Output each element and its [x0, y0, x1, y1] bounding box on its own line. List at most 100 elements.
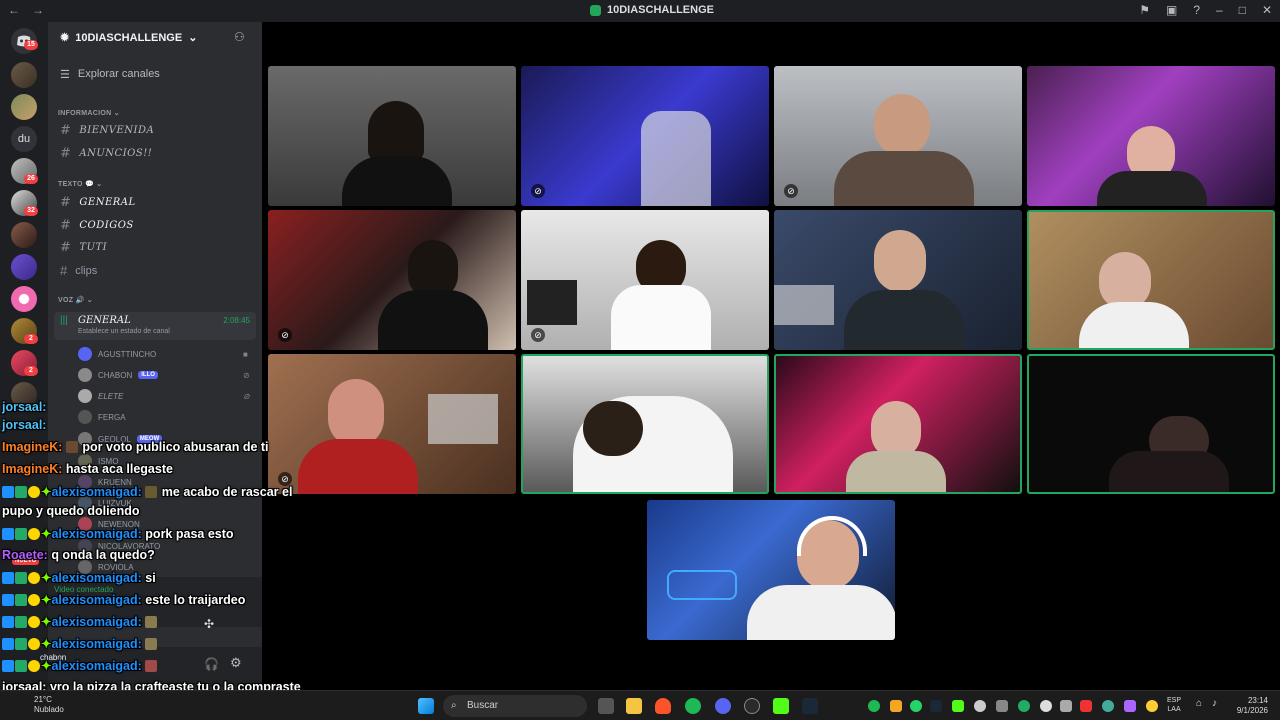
forward-arrow-icon[interactable]: →	[32, 3, 44, 17]
kick-icon[interactable]	[773, 698, 789, 714]
chat-line: jorsaal:	[2, 418, 46, 432]
invite-user-icon[interactable]: ⚇	[234, 30, 245, 44]
language-indicator[interactable]: ESP LAA	[1167, 696, 1181, 714]
server-icon[interactable]	[11, 222, 37, 248]
app-icon[interactable]	[744, 698, 760, 714]
maximize-icon[interactable]: □	[1239, 3, 1246, 17]
tray-icon[interactable]	[1124, 700, 1136, 712]
chat-line: ✦alexisomaigad:	[2, 614, 158, 629]
camera-off-icon: ⊘	[531, 184, 545, 198]
network-icon[interactable]: ⌂	[1196, 698, 1202, 709]
task-view-icon[interactable]	[598, 698, 614, 714]
tray-icon[interactable]	[890, 700, 902, 712]
voice-member[interactable]: AGUSTTINCHO ■	[78, 347, 248, 361]
channel-general[interactable]: # GENERAL	[60, 195, 136, 210]
member-name: ELETE	[98, 391, 124, 401]
steam-tray-icon[interactable]	[930, 700, 942, 712]
video-tile-speaking[interactable]	[521, 354, 769, 494]
tray-icon[interactable]	[1102, 700, 1114, 712]
activities-icon[interactable]: ✣	[204, 617, 214, 631]
volume-icon[interactable]: ♪	[1212, 698, 1217, 709]
server-icon[interactable]	[11, 286, 37, 312]
video-tile[interactable]: ⊘	[268, 354, 516, 494]
sparkle-icon: ✦	[41, 485, 52, 499]
help-icon[interactable]: ?	[1193, 3, 1200, 17]
chat-line: Roaete: q onda la quedo?	[2, 548, 155, 562]
badge-icon	[2, 572, 14, 584]
inbox-icon[interactable]: ⚑	[1139, 3, 1150, 17]
channel-status-prompt[interactable]: Establece un estado de canal	[78, 328, 170, 335]
spotify-icon[interactable]	[685, 698, 701, 714]
video-tile[interactable]: ⊘	[521, 210, 769, 350]
video-tile[interactable]	[774, 210, 1022, 350]
video-tile-speaking[interactable]	[1027, 354, 1275, 494]
video-tile-speaking[interactable]	[1027, 210, 1275, 350]
tray-icon[interactable]	[1040, 700, 1052, 712]
channel-anuncios[interactable]: # ANUNCIOS!!	[60, 146, 152, 161]
settings-gear-icon[interactable]: ⚙	[230, 655, 242, 671]
video-tile-focused[interactable]	[647, 500, 895, 640]
start-icon[interactable]	[418, 698, 434, 714]
video-tile[interactable]	[268, 66, 516, 206]
badge-icon	[15, 616, 27, 628]
video-tile[interactable]: ⊘	[774, 66, 1022, 206]
channel-tuti[interactable]: # TUTI	[60, 240, 107, 255]
headphones-icon[interactable]: 🎧	[204, 657, 219, 671]
server-icon[interactable]	[11, 94, 37, 120]
voice-member[interactable]: ELETE ⊘	[78, 389, 250, 403]
voice-member[interactable]: CHABON ILLO ⊘	[78, 368, 250, 382]
video-tile-speaking[interactable]	[774, 354, 1022, 494]
server-icon[interactable]	[11, 254, 37, 280]
emote-icon	[145, 616, 158, 628]
whatsapp-icon[interactable]	[910, 700, 922, 712]
chat-username: alexisomaigad:	[51, 571, 142, 585]
channel-sidebar: ✹ 10DIASCHALLENGE ⌄ ⚇ ☰ Explorar canales…	[12, 22, 262, 690]
category-info[interactable]: INFORMACION ⌄	[58, 109, 120, 117]
taskbar-search[interactable]: ⌕ Buscar	[443, 695, 587, 717]
video-tile[interactable]: ⊘	[521, 66, 769, 206]
clock[interactable]: 23:14 9/1/2026	[1237, 696, 1268, 716]
screen-icon[interactable]: ▣	[1166, 3, 1177, 17]
channel-label: ANUNCIOS!!	[79, 148, 153, 159]
video-tile[interactable]	[1027, 66, 1275, 206]
close-icon[interactable]: ✕	[1262, 3, 1272, 17]
minimize-icon[interactable]: –	[1216, 3, 1223, 17]
chat-message: si	[145, 571, 156, 585]
tray-icon[interactable]	[1080, 700, 1092, 712]
file-explorer-icon[interactable]	[626, 698, 642, 714]
tray-icon[interactable]	[974, 700, 986, 712]
voice-member[interactable]: FERGA	[78, 410, 126, 424]
category-text[interactable]: TEXTO 💬 ⌄	[58, 180, 102, 188]
clock-time: 23:14	[1247, 696, 1268, 705]
explore-channels[interactable]: ☰ Explorar canales	[60, 68, 160, 81]
back-arrow-icon[interactable]: ←	[8, 3, 20, 17]
search-icon: ⌕	[451, 700, 457, 711]
channel-bienvenida[interactable]: # BIENVENIDA	[60, 123, 154, 138]
steam-icon[interactable]	[802, 698, 818, 714]
channel-clips[interactable]: # clips	[60, 263, 97, 278]
video-tile[interactable]: ⊘	[268, 210, 516, 350]
kick-tray-icon[interactable]	[952, 700, 964, 712]
discord-icon[interactable]	[715, 698, 731, 714]
tray-icon[interactable]	[1018, 700, 1030, 712]
badge-icon	[2, 660, 14, 672]
sparkle-icon: ✦	[41, 571, 52, 585]
sparkle-icon: ✦	[41, 659, 52, 673]
channel-codigos[interactable]: # CODIGOS	[60, 218, 134, 233]
badge-icon	[2, 616, 14, 628]
spotify-tray-icon[interactable]	[868, 700, 880, 712]
voice-channel-general[interactable]: ||| GENERAL 2:08:45 Establece un estado …	[54, 312, 256, 340]
category-voice[interactable]: VOZ 🔊 ⌄	[58, 296, 93, 304]
server-icon-du[interactable]: du	[11, 126, 37, 152]
channel-label: BIENVENIDA	[79, 125, 155, 136]
server-icon[interactable]	[11, 62, 37, 88]
hash-icon: #	[60, 123, 72, 138]
bluetooth-icon[interactable]	[1060, 700, 1072, 712]
tray-icon[interactable]	[996, 700, 1008, 712]
badge-icon	[28, 594, 40, 606]
server-header[interactable]: ✹ 10DIASCHALLENGE ⌄	[60, 31, 197, 45]
brave-browser-icon[interactable]	[655, 698, 671, 714]
mic-muted-icon: ⊘	[278, 328, 292, 342]
weather-widget[interactable]: 21°C Nublado	[8, 695, 64, 715]
mic-tray-icon[interactable]	[1146, 700, 1158, 712]
